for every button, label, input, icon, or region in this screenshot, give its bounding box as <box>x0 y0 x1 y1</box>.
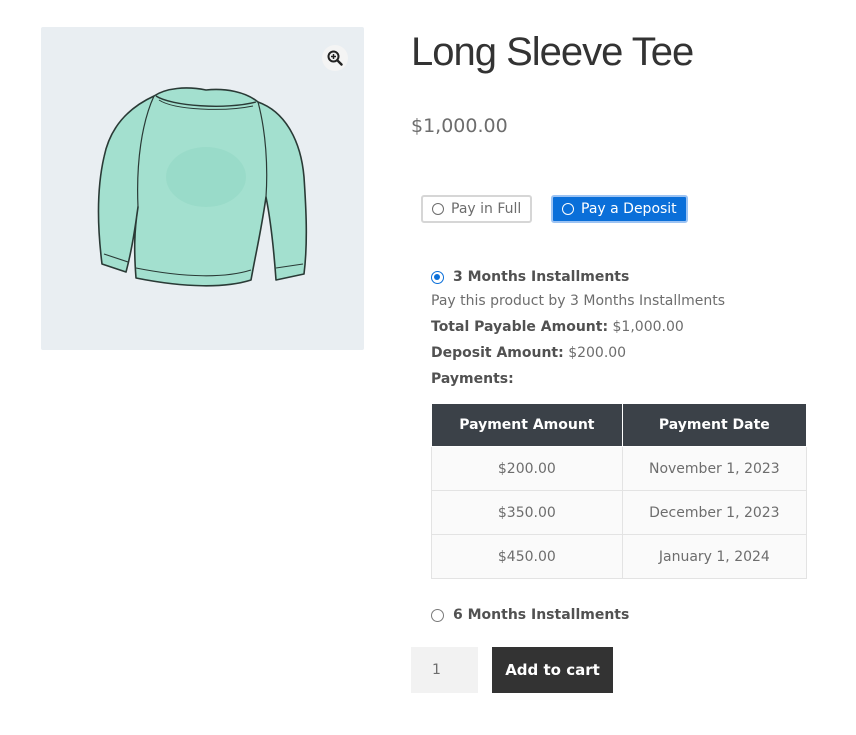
long-sleeve-shirt-image[interactable] <box>96 82 311 292</box>
quantity-input[interactable] <box>411 647 478 693</box>
add-to-cart-button[interactable]: Add to cart <box>492 647 613 693</box>
radio-ring-icon <box>432 203 444 215</box>
plan-6-months-radio[interactable] <box>431 608 444 622</box>
payment-date-cell: January 1, 2024 <box>621 534 808 579</box>
table-row: $450.00 January 1, 2024 <box>431 534 808 579</box>
plan-3-months-label: 3 Months Installments <box>453 269 630 285</box>
payment-amount-cell: $350.00 <box>431 490 623 535</box>
plan-6-months-label: 6 Months Installments <box>453 607 630 623</box>
installment-plan-3-months: 3 Months Installments Pay this product b… <box>431 266 811 392</box>
total-payable-line: Total Payable Amount: $1,000.00 <box>431 314 811 340</box>
deposit-amount-value: $200.00 <box>568 345 627 361</box>
installment-plan-6-months: 6 Months Installments <box>431 604 811 626</box>
total-payable-value: $1,000.00 <box>612 319 684 335</box>
payment-date-cell: December 1, 2023 <box>621 490 808 535</box>
total-payable-label: Total Payable Amount: <box>431 319 609 335</box>
column-header-date: Payment Date <box>621 403 808 447</box>
product-title: Long Sleeve Tee <box>411 30 694 74</box>
zoom-icon[interactable] <box>322 45 348 71</box>
payments-table: Payment Amount Payment Date $200.00 Nove… <box>431 403 808 579</box>
deposit-amount-label: Deposit Amount: <box>431 345 564 361</box>
plan-3-months-radio[interactable] <box>431 270 444 284</box>
plan-description: Pay this product by 3 Months Installment… <box>431 293 726 309</box>
pay-deposit-label: Pay a Deposit <box>581 201 677 217</box>
product-image-gallery <box>41 27 364 350</box>
table-row: $350.00 December 1, 2023 <box>431 490 808 535</box>
table-row: $200.00 November 1, 2023 <box>431 446 808 491</box>
payments-label: Payments: <box>431 371 514 387</box>
deposit-amount-line: Deposit Amount: $200.00 <box>431 340 811 366</box>
radio-ring-icon <box>562 203 574 215</box>
table-header-row: Payment Amount Payment Date <box>431 403 808 447</box>
payment-amount-cell: $200.00 <box>431 446 623 491</box>
payments-line: Payments: <box>431 366 811 392</box>
pay-in-full-label: Pay in Full <box>451 201 522 217</box>
pay-deposit-button[interactable]: Pay a Deposit <box>551 195 688 223</box>
column-header-amount: Payment Amount <box>431 403 623 447</box>
payment-amount-cell: $450.00 <box>431 534 623 579</box>
payment-date-cell: November 1, 2023 <box>621 446 808 491</box>
pay-in-full-button[interactable]: Pay in Full <box>421 195 533 223</box>
product-price: $1,000.00 <box>411 115 508 137</box>
